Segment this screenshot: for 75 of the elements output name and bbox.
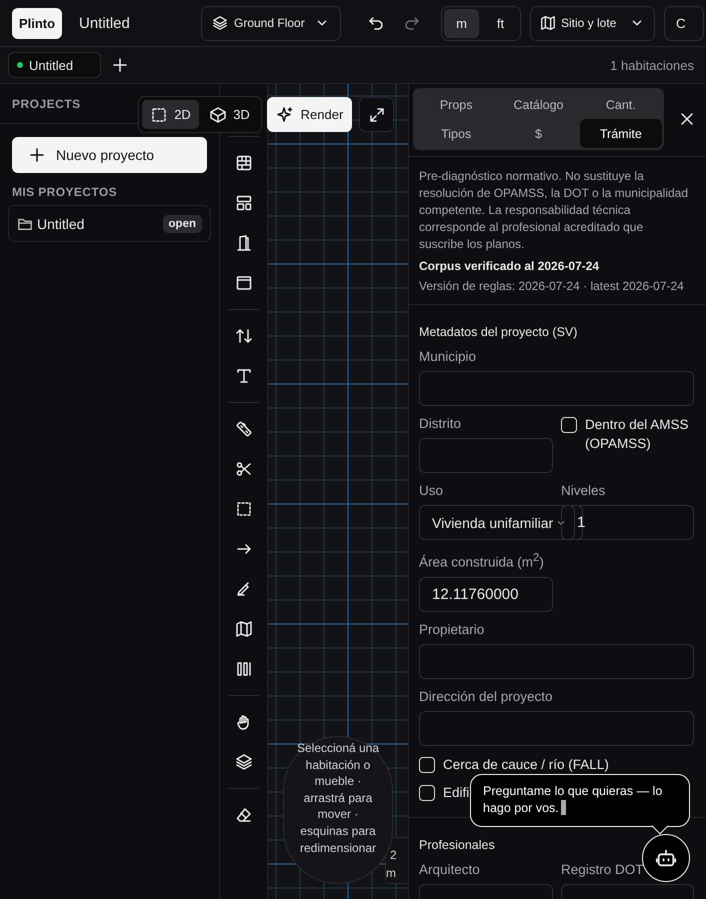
section-title: Metadatos del proyecto (SV) (419, 324, 578, 341)
dashed-square-icon (150, 106, 168, 124)
robot-icon (655, 847, 677, 869)
document-title: Untitled (79, 14, 131, 32)
toolbar-button[interactable]: C (664, 6, 704, 40)
document-tab[interactable]: Untitled (8, 52, 101, 78)
field-label: Arquitecto (419, 860, 481, 878)
room-count: 1 habitaciones (610, 58, 694, 72)
panel-tab[interactable]: Catálogo (497, 90, 580, 119)
door-icon[interactable] (234, 234, 252, 252)
up-down-arrows-icon[interactable] (234, 327, 252, 345)
ruler-icon[interactable] (234, 420, 252, 438)
new-project-button[interactable]: Nuevo proyecto (12, 137, 207, 173)
columns-icon[interactable] (234, 660, 252, 678)
corpus-date: Corpus verificado al 2026-07-24 (419, 258, 600, 275)
plus-icon (28, 146, 46, 164)
field-label: Distrito (419, 415, 462, 433)
panel-tab[interactable]: Cant. (580, 90, 662, 119)
field-label: Niveles (561, 482, 606, 500)
view-mode-button[interactable]: 2D (142, 100, 199, 129)
panel-tab[interactable]: Props (415, 90, 498, 119)
status-badge: open (162, 214, 202, 232)
field-label: Uso (419, 482, 444, 500)
grid-icon[interactable] (234, 154, 252, 172)
floor-dropdown[interactable]: Ground Floor (201, 6, 341, 40)
panel-tab[interactable]: Trámite (580, 119, 662, 148)
select-field[interactable]: Vivienda unifamiliar (419, 505, 575, 540)
rules-version: Versión de reglas: 2026-07-24 · latest 2026-07-24 (419, 278, 685, 295)
cube-icon (209, 106, 228, 124)
field-label: Área construida (m$^{2}$) (419, 551, 545, 572)
sidebar-heading: PROJECTS (12, 96, 81, 110)
text-icon[interactable] (234, 367, 252, 385)
expand-button[interactable] (359, 97, 394, 132)
map-icon[interactable] (234, 620, 252, 638)
scissors-icon[interactable] (234, 460, 252, 478)
checkbox[interactable] (561, 417, 577, 433)
section-heading: MIS PROYECTOS (12, 185, 118, 199)
number-field[interactable]: 1 (561, 505, 694, 540)
checkbox[interactable] (419, 756, 435, 772)
site-dropdown[interactable]: Sitio y lote (530, 6, 655, 40)
window-icon[interactable] (234, 274, 252, 292)
panel-tab[interactable]: $ (497, 119, 580, 148)
expand-icon (368, 106, 386, 124)
layers-icon[interactable] (234, 753, 252, 771)
unit-option[interactable]: m (444, 8, 479, 38)
unit-option[interactable]: ft (483, 8, 518, 38)
project-name: Untitled (37, 216, 86, 232)
logo: Plinto (12, 8, 62, 38)
chat-bubble: Preguntame lo que quieras — lo hago por vos. (470, 774, 690, 827)
input-field[interactable] (419, 371, 694, 406)
field-label: Propietario (419, 620, 486, 638)
render-button[interactable]: Render (267, 97, 352, 132)
marquee-icon[interactable] (234, 500, 252, 518)
input-field[interactable] (419, 710, 694, 746)
sparkles-icon (276, 106, 294, 124)
view-mode-button[interactable]: 3D (201, 100, 258, 129)
map-icon (540, 15, 556, 31)
layers-icon (212, 15, 228, 31)
input-field[interactable] (419, 644, 694, 678)
layout-icon[interactable] (234, 194, 252, 212)
eraser-icon[interactable] (234, 806, 252, 824)
checkbox-label: Dentro del AMSS (OPAMSS) (585, 416, 690, 453)
input-field[interactable]: 12.11760000 (419, 576, 553, 612)
checkbox-label: Cerca de cauce / río (FALL) (443, 756, 609, 774)
field-label: Dirección del proyecto (419, 688, 554, 706)
disclaimer-text: Pre-diagnóstico normativo. No sustituye la resolución de OPAMSS, la DOT o la municipalidad competente. La responsabilidad técnica corresponde al profesional acreditado que suscribe los planos. (419, 168, 688, 253)
checkbox[interactable] (419, 784, 435, 800)
section-title: Profesionales (419, 836, 496, 854)
input-field[interactable] (419, 438, 553, 473)
plus-icon[interactable] (111, 56, 129, 74)
project-item[interactable]: Untitled open (8, 205, 211, 242)
checkbox-label: Edifi (443, 784, 470, 802)
panel-tab[interactable]: Tipos (415, 119, 498, 148)
field-label: Registro DOT (561, 860, 645, 878)
field-label: Municipio (419, 348, 478, 366)
